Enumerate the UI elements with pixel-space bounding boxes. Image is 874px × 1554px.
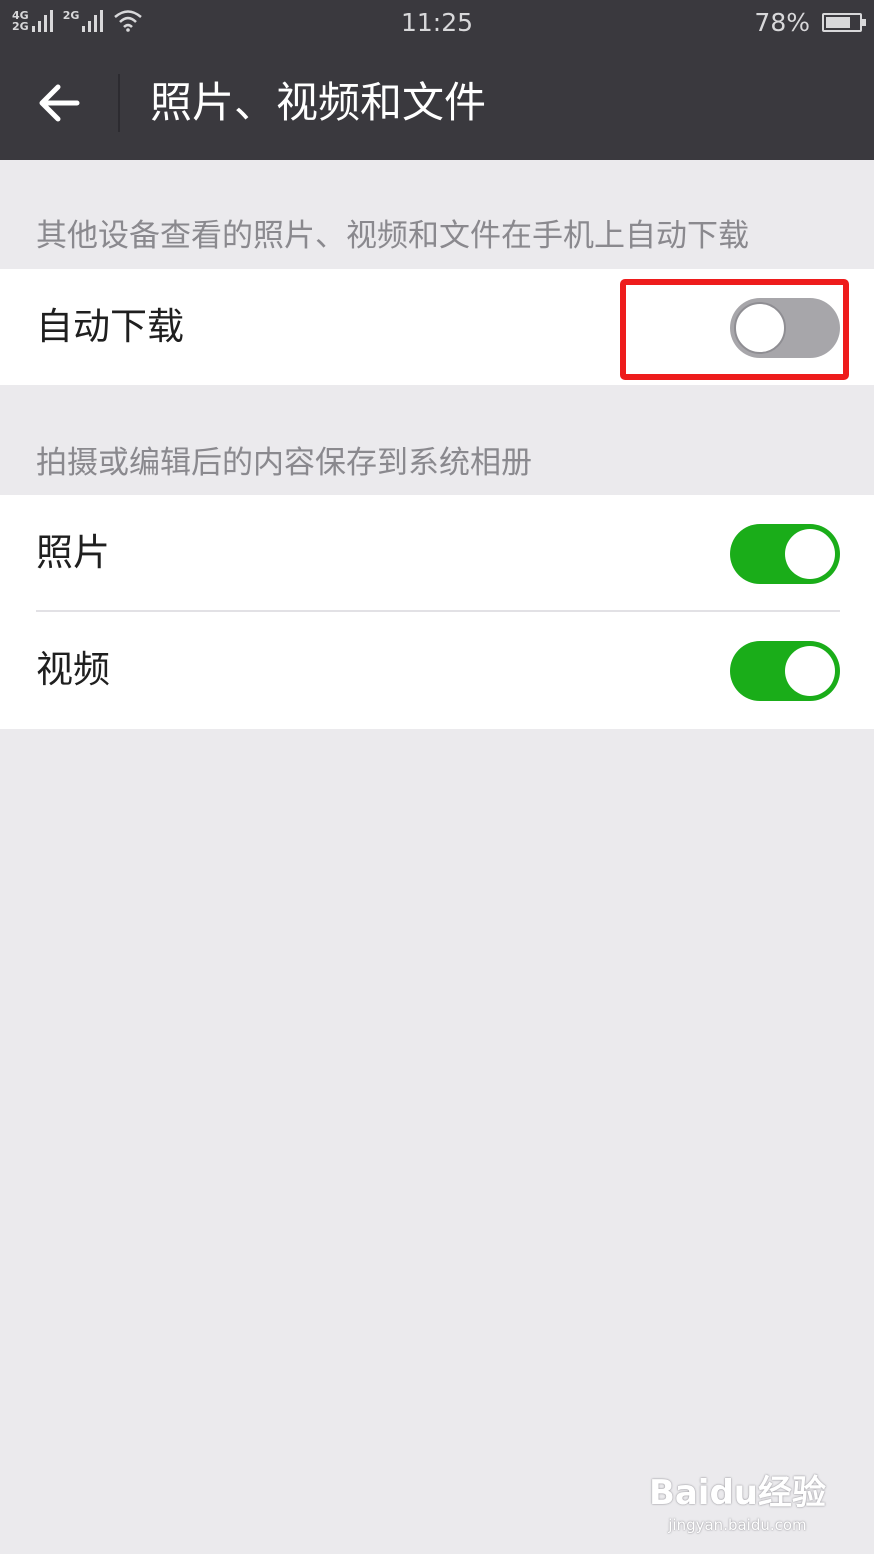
- battery-area: 78%: [754, 8, 866, 37]
- title-divider: [118, 74, 120, 132]
- video-toggle[interactable]: [730, 641, 840, 701]
- auto-download-label: 自动下载: [36, 305, 184, 348]
- toggle-knob: [785, 529, 835, 579]
- video-cell[interactable]: 视频: [0, 612, 874, 728]
- photo-label: 照片: [36, 531, 110, 574]
- back-button[interactable]: [26, 70, 92, 136]
- toggle-knob: [785, 646, 835, 696]
- section-header-auto-download: 其他设备查看的照片、视频和文件在手机上自动下载: [36, 218, 749, 254]
- save-to-album-group: 照片 视频: [0, 495, 874, 729]
- status-bar: 4G 2G 2G 11:25 78%: [0, 0, 874, 46]
- battery-icon: [822, 13, 866, 32]
- clock: 11:25: [400, 8, 474, 37]
- section-header-save-to-album: 拍摄或编辑后的内容保存到系统相册: [36, 445, 532, 481]
- highlight-box: [620, 279, 849, 380]
- battery-percent: 78%: [754, 8, 810, 37]
- navigation-bar: 照片、视频和文件: [0, 46, 874, 160]
- photo-cell[interactable]: 照片: [0, 495, 874, 611]
- back-arrow-icon: [39, 84, 80, 122]
- watermark-url: jingyan.baidu.com: [668, 1516, 807, 1534]
- page-title: 照片、视频和文件: [150, 78, 487, 127]
- video-label: 视频: [36, 648, 110, 691]
- watermark-logo: Baidu经验: [648, 1473, 826, 1513]
- baidu-watermark: Baidu经验 jingyan.baidu.com: [649, 1465, 826, 1534]
- photo-toggle[interactable]: [730, 524, 840, 584]
